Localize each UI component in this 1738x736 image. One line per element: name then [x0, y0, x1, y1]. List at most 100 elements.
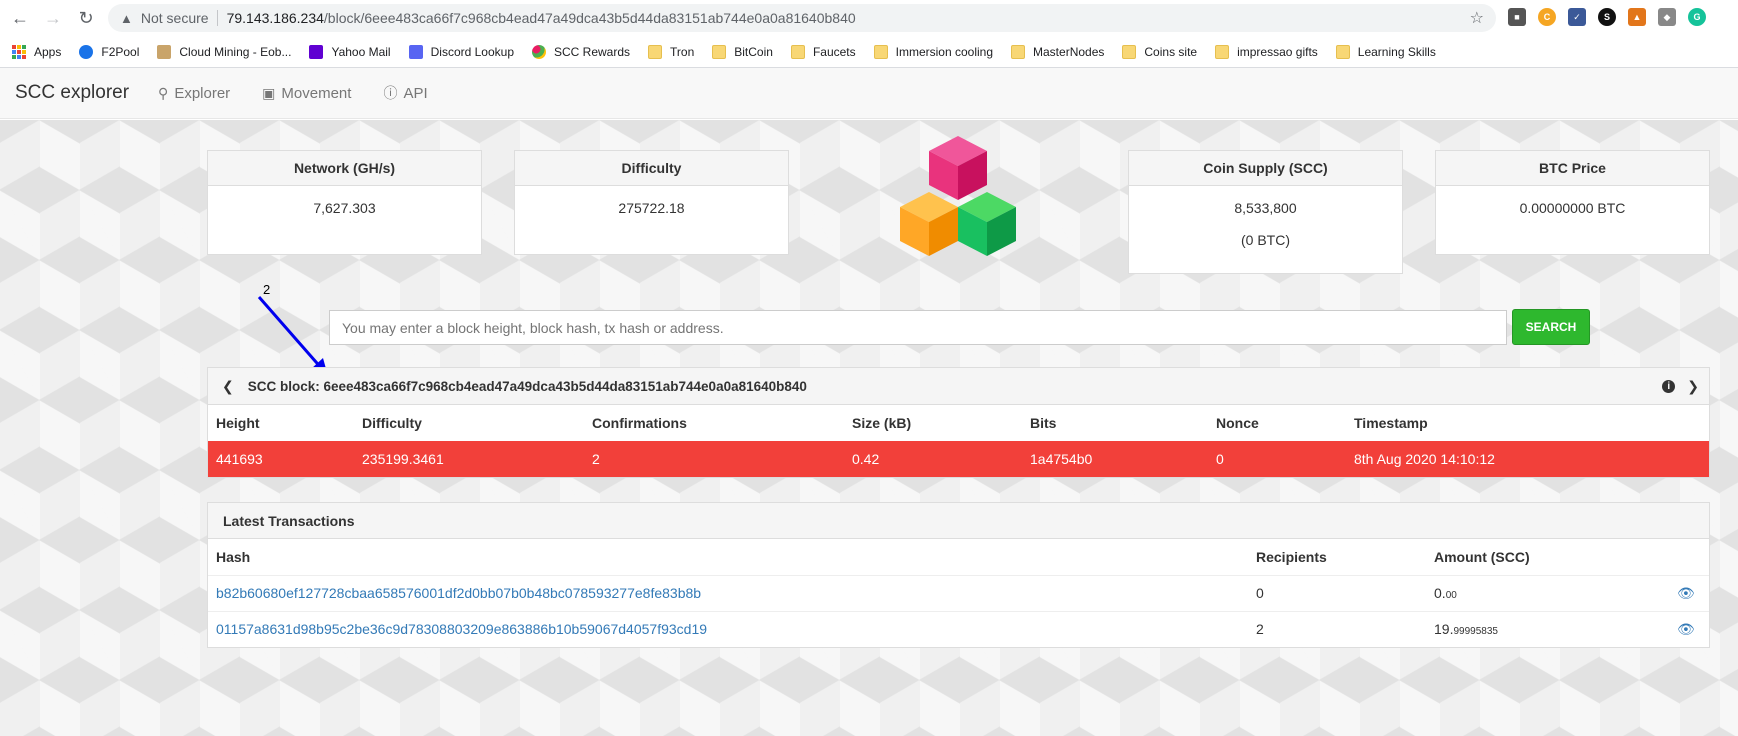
block-header: ❮ SCC block: 6eee483ca66f7c968cb4ead47a4… — [208, 368, 1709, 405]
network-panel: Network (GH/s) 7,627.303 — [207, 150, 482, 255]
bookmark-bitcoin[interactable]: BitCoin — [712, 45, 773, 59]
bookmark-label: Learning Skills — [1357, 45, 1436, 59]
bookmark-label: SCC Rewards — [554, 45, 631, 59]
site-brand[interactable]: SCC explorer — [15, 82, 129, 104]
bookmark-faucets[interactable]: Faucets — [790, 45, 856, 59]
bookmark-learning-skills[interactable]: Learning Skills — [1335, 45, 1436, 59]
tx-recipients: 0 — [1248, 574, 1426, 611]
bookmark-cloud-mining[interactable]: Cloud Mining - Eob... — [157, 45, 291, 59]
bookmark-label: MasterNodes — [1033, 45, 1105, 59]
bookmark-label: Yahoo Mail — [331, 45, 391, 59]
bookmark-discord-lookup[interactable]: Discord Lookup — [408, 45, 514, 59]
eye-icon[interactable]: 👁 — [1677, 621, 1695, 637]
network-value: 7,627.303 — [313, 200, 376, 216]
col-amount: Amount (SCC) — [1434, 548, 1530, 565]
bookmark-masternodes[interactable]: MasterNodes — [1011, 45, 1104, 59]
discord-lookup-icon — [408, 45, 423, 59]
tx-amount-int: 0. — [1434, 585, 1446, 601]
address-bar[interactable]: ▲ Not secure 79.143.186.234/block/6eee48… — [108, 4, 1496, 32]
bookmark-scc-rewards[interactable]: SCC Rewards — [532, 45, 630, 59]
bookmark-impressao-gifts[interactable]: impressao gifts — [1215, 45, 1318, 59]
bookmark-immersion-cooling[interactable]: Immersion cooling — [873, 45, 993, 59]
tx-hash-link[interactable]: b82b60680ef127728cbaa658576001df2d0bb07b… — [216, 585, 701, 601]
extension-grammarly-icon[interactable]: G — [1688, 8, 1706, 26]
coin-supply-panel: Coin Supply (SCC) 8,533,800 (0 BTC) — [1128, 150, 1403, 274]
nav-movement[interactable]: ▣ Movement — [262, 85, 351, 102]
extension-cube-icon[interactable]: ■ — [1508, 8, 1526, 26]
block-confirmations: 2 — [584, 441, 844, 477]
col-height: Height — [216, 415, 260, 431]
folder-icon — [873, 45, 888, 59]
tx-recipients: 2 — [1248, 610, 1426, 647]
bookmark-apps[interactable]: Apps — [12, 45, 61, 59]
bookmark-label: Cloud Mining - Eob... — [179, 45, 292, 59]
info-icon[interactable]: i — [1662, 379, 1676, 393]
block-size: 0.42 — [844, 441, 1022, 477]
extension-puzzle-icon[interactable]: ◆ — [1658, 8, 1676, 26]
nav-explorer-label: Explorer — [174, 84, 231, 102]
extension-fox-icon[interactable]: ▲ — [1628, 8, 1646, 26]
warning-icon: ▲ — [120, 10, 133, 26]
bookmark-yahoo-mail[interactable]: Yahoo Mail — [309, 45, 391, 59]
eye-icon[interactable]: 👁 — [1677, 585, 1695, 601]
nav-api[interactable]: ⓘ API — [383, 83, 427, 103]
f2pool-icon — [79, 45, 94, 59]
transactions-table: Hash Recipients Amount (SCC) b82b60680ef… — [208, 539, 1709, 647]
extension-s-icon[interactable]: S — [1598, 8, 1616, 26]
transactions-title: Latest Transactions — [208, 503, 1709, 539]
tx-hash-link[interactable]: 01157a8631d98b95c2be36c9d78308803209e863… — [216, 621, 707, 637]
bookmark-label: Apps — [34, 45, 62, 59]
col-recipients: Recipients — [1256, 548, 1327, 565]
col-view — [1669, 539, 1709, 575]
forward-arrow-icon[interactable]: → — [40, 6, 66, 32]
table-row: 01157a8631d98b95c2be36c9d78308803209e863… — [208, 610, 1709, 647]
not-secure-label: Not secure — [140, 10, 209, 26]
bookmark-f2pool[interactable]: F2Pool — [79, 45, 139, 59]
col-hash: Hash — [216, 548, 251, 565]
scc-rewards-icon — [532, 45, 546, 59]
btc-price-value: 0.00000000 BTC — [1519, 200, 1626, 216]
back-arrow-icon[interactable]: ← — [7, 6, 33, 32]
block-nonce: 0 — [1208, 441, 1346, 477]
bookmark-tron[interactable]: Tron — [648, 45, 694, 59]
prev-block-icon[interactable]: ❮ — [222, 378, 234, 395]
url-host: 79.143.186.234 — [226, 10, 324, 26]
search-button[interactable]: SEARCH — [1512, 309, 1590, 345]
block-timestamp: 8th Aug 2020 14:10:12 — [1346, 441, 1709, 477]
difficulty-label: Difficulty — [515, 151, 788, 186]
next-block-icon[interactable]: ❯ — [1687, 378, 1699, 395]
transactions-panel: Latest Transactions Hash Recipients Amou… — [207, 502, 1710, 648]
bookmark-coins-site[interactable]: Coins site — [1122, 45, 1197, 59]
extension-bookmark-icon[interactable]: ✓ — [1568, 8, 1586, 26]
folder-icon — [1215, 45, 1230, 59]
bookmark-star-icon[interactable]: ☆ — [1470, 8, 1484, 28]
block-height: 441693 — [208, 441, 354, 477]
folder-icon — [1011, 45, 1026, 59]
search-input[interactable] — [329, 310, 1507, 345]
col-nonce: Nonce — [1216, 415, 1259, 431]
difficulty-panel: Difficulty 275722.18 — [514, 150, 789, 255]
tx-amount: 19.99995835 — [1426, 610, 1669, 647]
col-difficulty: Difficulty — [362, 415, 422, 431]
apps-grid-icon — [12, 45, 26, 59]
table-row: b82b60680ef127728cbaa658576001df2d0bb07b… — [208, 574, 1709, 611]
difficulty-value: 275722.18 — [618, 200, 685, 216]
coin-supply-btc: (0 BTC) — [1241, 232, 1290, 248]
folder-icon — [790, 45, 805, 59]
bookmark-label: Coins site — [1144, 45, 1198, 59]
extension-coin-icon[interactable]: C — [1538, 8, 1556, 26]
nav-movement-label: Movement — [281, 84, 352, 102]
reload-icon[interactable]: ↻ — [73, 6, 99, 32]
search-icon: ⚲ — [158, 84, 169, 101]
col-timestamp: Timestamp — [1354, 415, 1428, 431]
folder-icon — [712, 45, 727, 59]
bookmarks-bar: Apps F2Pool Cloud Mining - Eob... Yahoo … — [0, 37, 1738, 68]
bookmark-label: BitCoin — [734, 45, 773, 59]
coin-supply-value: 8,533,800 — [1234, 200, 1297, 216]
block-panel: ❮ SCC block: 6eee483ca66f7c968cb4ead47a4… — [207, 367, 1710, 478]
nav-explorer[interactable]: ⚲ Explorer — [158, 85, 230, 102]
nav-api-label: API — [403, 84, 428, 102]
col-confirmations: Confirmations — [592, 415, 687, 431]
bookmark-label: impressao gifts — [1237, 45, 1318, 59]
tx-amount: 0.00 — [1426, 574, 1669, 611]
